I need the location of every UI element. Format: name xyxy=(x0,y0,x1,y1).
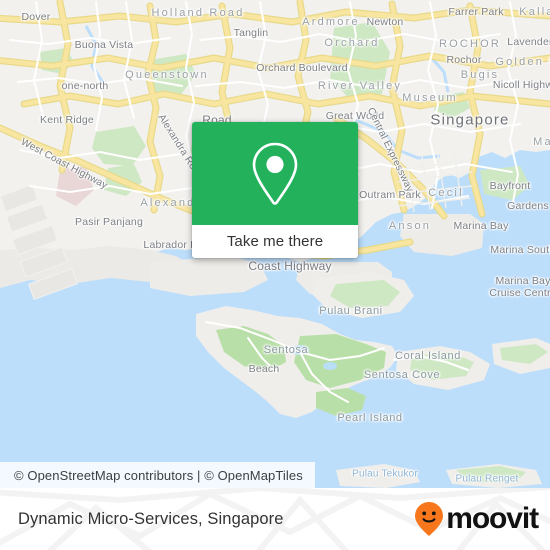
location-popup-card[interactable]: Take me there xyxy=(192,122,358,258)
page-title-text: Dynamic Micro-Services, Singapore xyxy=(18,509,284,528)
map-canvas[interactable]: Dover Holland Road Ardmore Newton Farrer Par… xyxy=(0,0,550,488)
map-attribution[interactable]: © OpenStreetMap contributors | © OpenMap… xyxy=(0,462,315,488)
take-me-there-button[interactable]: Take me there xyxy=(192,225,358,258)
attribution-text: © OpenStreetMap contributors | © OpenMap… xyxy=(14,467,303,483)
take-me-there-label: Take me there xyxy=(226,233,324,250)
popup-header xyxy=(192,122,358,225)
map-pin-icon xyxy=(252,142,298,205)
moovit-smiley-pin-icon xyxy=(415,502,444,536)
screenshot-root: Dover Holland Road Ardmore Newton Farrer Par… xyxy=(0,0,550,550)
page-title: Dynamic Micro-Services, Singapore xyxy=(18,488,284,550)
moovit-wordmark: moovit xyxy=(446,502,539,535)
bottom-info-bar: Dynamic Micro-Services, Singapore moovit xyxy=(0,488,550,550)
moovit-logo[interactable]: moovit xyxy=(414,488,539,550)
